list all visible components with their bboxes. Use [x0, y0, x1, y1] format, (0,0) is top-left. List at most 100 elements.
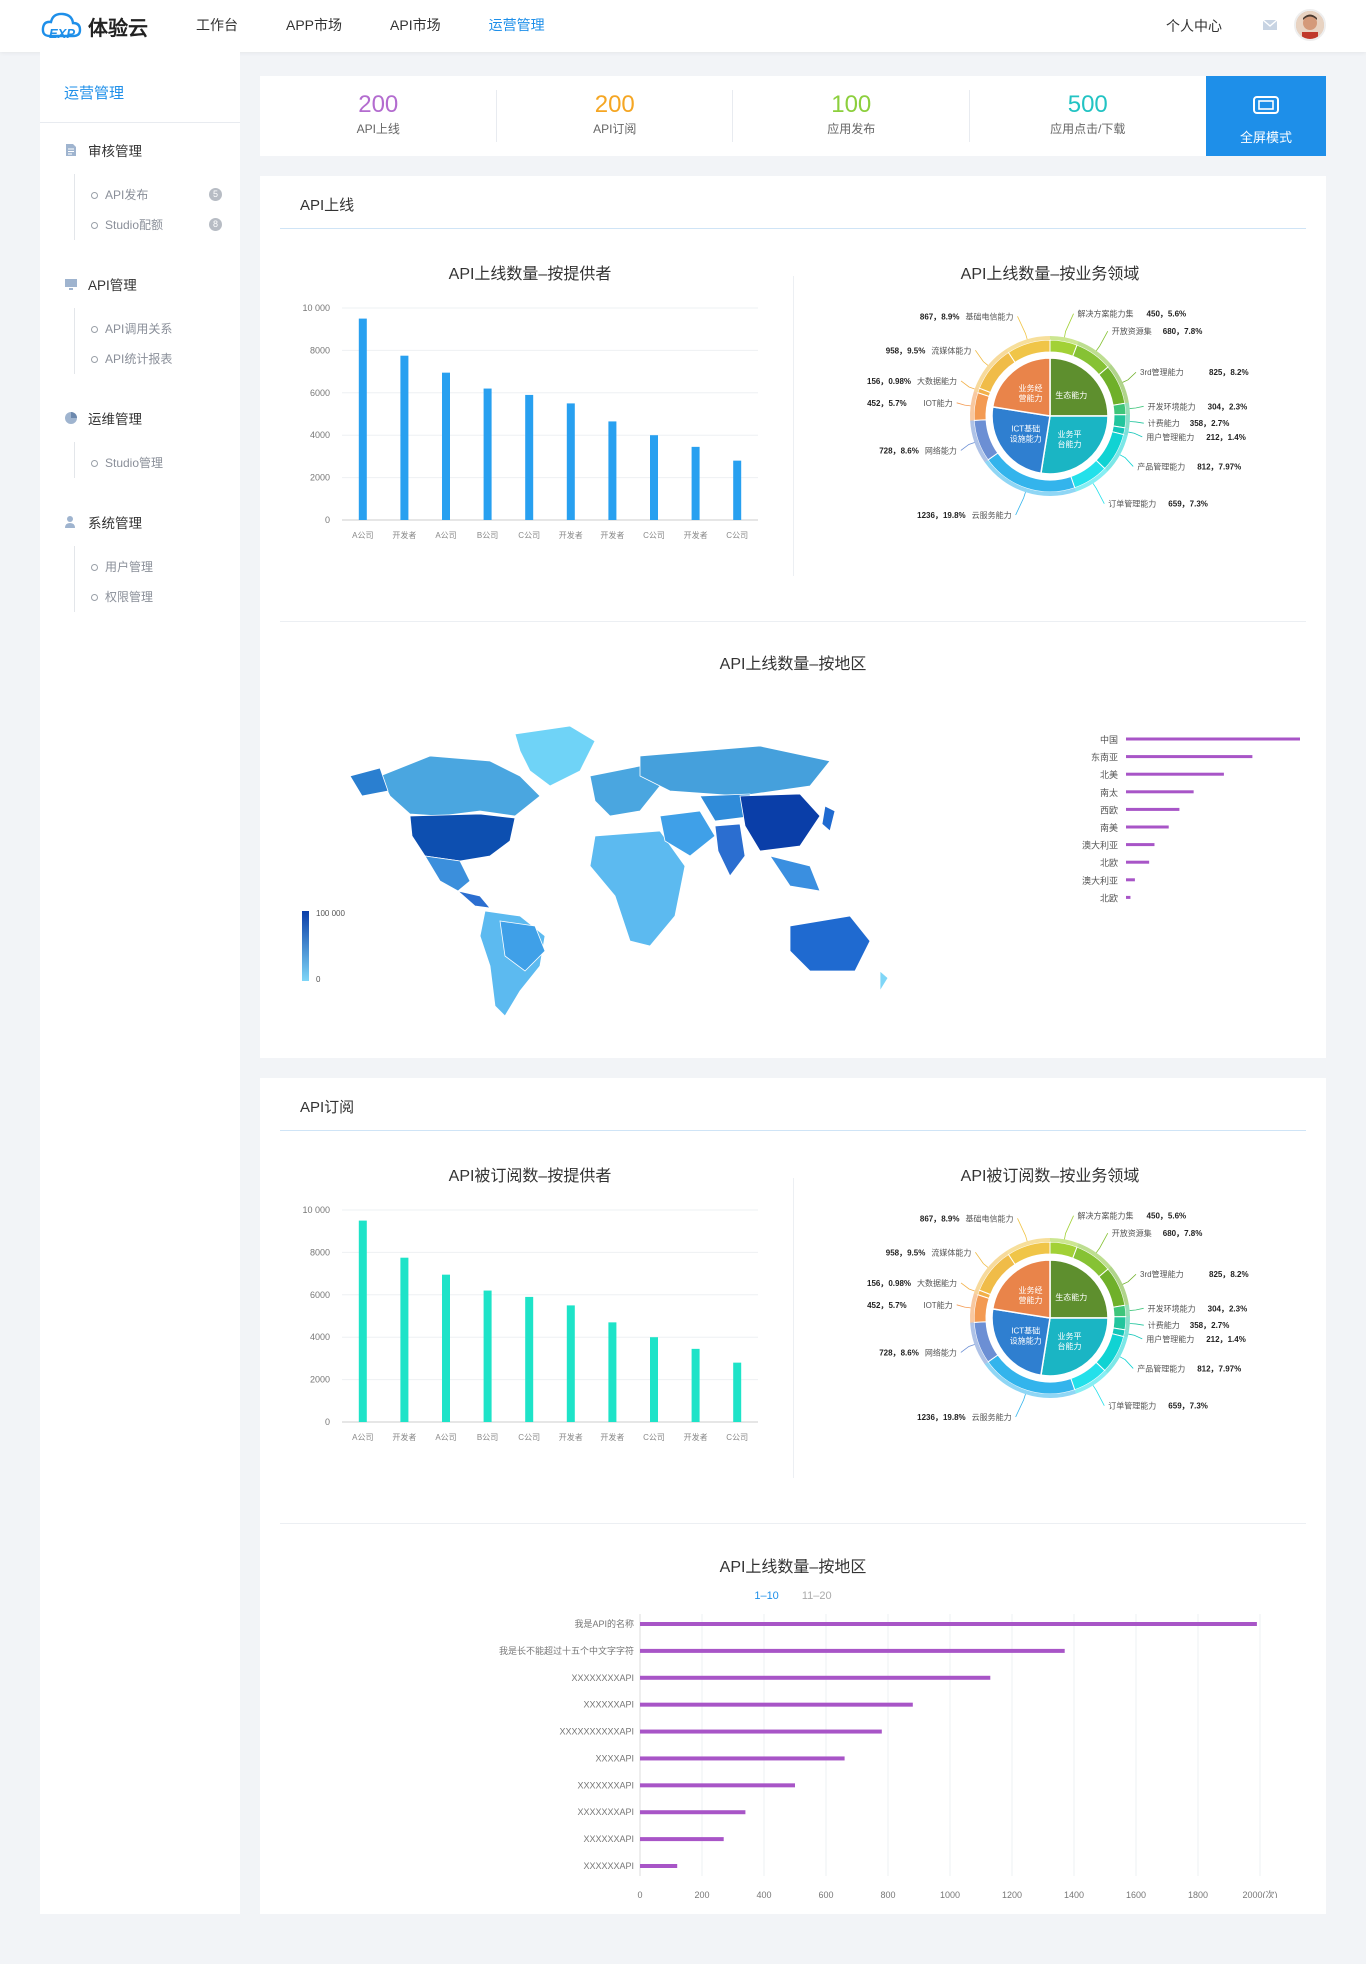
region-bar: [1126, 878, 1135, 882]
region-bar: [1126, 843, 1155, 847]
region-bar: [1126, 860, 1150, 864]
x-tick-label: C公司: [643, 1433, 665, 1442]
chart-title: API上线数量–按地区: [719, 656, 867, 673]
tab-page-2[interactable]: 11–20: [802, 1590, 832, 1602]
y-tick-label: 4000: [310, 430, 330, 440]
sidebar-group-api-header[interactable]: API管理: [64, 274, 234, 294]
section-api-subscribe: API订阅 API被订阅数–按提供者 API被订阅数–按业务领域 0 2000 40…: [260, 1078, 1326, 1914]
slice-name-label: IOT能力: [923, 1300, 952, 1310]
leader-line: [1092, 483, 1105, 504]
x-tick-label: 开发者: [600, 1432, 624, 1442]
x-tick-label: 开发者: [559, 530, 583, 540]
leader-line: [1064, 313, 1074, 338]
sidebar-item-permission-manage[interactable]: 权限管理: [75, 582, 234, 612]
nav-operations[interactable]: 运营管理: [489, 0, 545, 52]
bar: [608, 1322, 617, 1422]
tab-page-1[interactable]: 1–10: [754, 1590, 778, 1602]
region-label: 南美: [1100, 822, 1118, 833]
slice-name-label: 解决方案能力集: [1078, 309, 1134, 319]
y-tick-label: 2000: [310, 1375, 330, 1385]
x-tick-label: 1400: [1064, 1890, 1084, 1898]
section-api-online: API上线 API上线数量–按提供者 API上线数量–按业务领域 0 2000 40…: [260, 176, 1326, 1058]
leader-line: [1119, 454, 1134, 467]
sidebar-group-review: 审核管理 API发布 5 Studio配额 8: [64, 140, 234, 240]
sidebar-item-api-relations[interactable]: API调用关系: [75, 314, 234, 344]
slice-name-label: 3rd管理能力: [1140, 1269, 1184, 1279]
x-tick-label: C公司: [726, 531, 748, 540]
user-avatar[interactable]: [1294, 9, 1326, 41]
sidebar-divider: [40, 122, 240, 123]
x-tick-label: 1000: [940, 1890, 960, 1898]
sidebar-item-label: Studio配额: [105, 218, 164, 232]
sidebar-group-system-header[interactable]: 系统管理: [64, 512, 234, 532]
slice-value-label: 156，0.98%: [867, 377, 911, 386]
user-icon: [65, 516, 75, 528]
leader-line: [1092, 1385, 1105, 1406]
leader-line: [975, 1252, 989, 1268]
fullscreen-label: 全屏模式: [1239, 130, 1292, 145]
sidebar-item-api-publish[interactable]: API发布 5: [75, 180, 234, 210]
sidebar-title: 运营管理: [64, 85, 125, 102]
region-label: 澳大利亚: [1082, 840, 1118, 851]
mail-icon[interactable]: [1262, 18, 1278, 32]
sidebar-item-studio-manage[interactable]: Studio管理: [75, 448, 234, 478]
slice-name-label: IOT能力: [923, 398, 952, 408]
slice-value-label: 812，7.97%: [1197, 462, 1241, 471]
slice-value-label: 358，2.7%: [1190, 419, 1230, 428]
y-tick-label: 我是长不能超过十五个中文字字符: [499, 1645, 634, 1656]
sidebar-group-label: 运维管理: [88, 412, 142, 427]
leader-line: [960, 1344, 975, 1353]
y-tick-label: XXXXXXXXAPI: [571, 1673, 634, 1683]
sidebar-item-studio-quota[interactable]: Studio配额 8: [75, 210, 234, 240]
bar: [640, 1864, 678, 1868]
bar: [358, 318, 367, 520]
inner-sector-label: 营能力: [1019, 393, 1043, 403]
sidebar-item-user-manage[interactable]: 用户管理: [75, 552, 234, 582]
bar: [640, 1837, 724, 1842]
x-tick-label: 2000(次): [1242, 1889, 1277, 1898]
bar: [566, 1305, 575, 1422]
region-label: 北欧: [1100, 857, 1118, 868]
nav-app-market[interactable]: APP市场: [286, 0, 342, 52]
stat-label: API订阅: [593, 122, 637, 136]
count-badge: 8: [209, 218, 222, 231]
bar-chart-providers: 0 2000 4000 6000 8000 10 000 A公司 开发者 A公司 B公司 C公司 开发…: [302, 303, 758, 540]
russia-shape: [639, 745, 831, 797]
slice-name-label: 云服务能力: [972, 510, 1012, 520]
bar: [650, 1337, 658, 1422]
bar-chart-subscribe-providers: 0 2000 4000 6000 8000 10 000 A公司 开发者 A公司 B公司 C公司 开发…: [302, 1205, 758, 1442]
bar: [640, 1729, 882, 1734]
leader-line: [960, 442, 975, 451]
sidebar-item-label: API统计报表: [105, 352, 173, 366]
y-tick-label: 8000: [310, 345, 330, 355]
bar: [650, 435, 658, 520]
nav-workbench[interactable]: 工作台: [196, 0, 238, 52]
slice-name-label: 基础电信能力: [965, 1213, 1013, 1223]
slice-name-label: 解决方案能力集: [1078, 1211, 1134, 1221]
x-tick-label: 1200: [1002, 1890, 1022, 1898]
slice-name-label: 计费能力: [1148, 1320, 1180, 1330]
central-america-shape: [457, 890, 491, 909]
logo[interactable]: EXP 体验云: [40, 10, 148, 42]
slice-value-label: 680，7.8%: [1163, 1229, 1203, 1238]
bar: [483, 1290, 492, 1422]
inner-sector-label: 业务经: [1019, 1285, 1043, 1295]
sidebar-group-review-header[interactable]: 审核管理: [64, 140, 234, 160]
sidebar-group-ops: 运维管理 Studio管理: [64, 408, 234, 478]
stat-label: API上线: [356, 122, 400, 136]
x-tick-label: 开发者: [600, 530, 624, 540]
continents-group: [349, 725, 889, 1017]
fullscreen-button[interactable]: 全屏模式: [1206, 76, 1326, 156]
sidebar-group-ops-header[interactable]: 运维管理: [64, 408, 234, 428]
personal-center-link[interactable]: 个人中心: [1166, 16, 1222, 36]
bar: [733, 460, 742, 520]
sidebar-item-api-reports[interactable]: API统计报表: [75, 344, 234, 374]
bar: [691, 446, 700, 520]
slice-value-label: 1236，19.8%: [917, 1413, 965, 1422]
x-tick-label: 600: [818, 1890, 833, 1898]
y-tick-label: 10 000: [302, 303, 330, 313]
leader-line: [960, 380, 975, 390]
nav-api-market[interactable]: API市场: [390, 0, 441, 52]
x-tick-label: B公司: [477, 1433, 498, 1442]
bar: [566, 403, 575, 520]
